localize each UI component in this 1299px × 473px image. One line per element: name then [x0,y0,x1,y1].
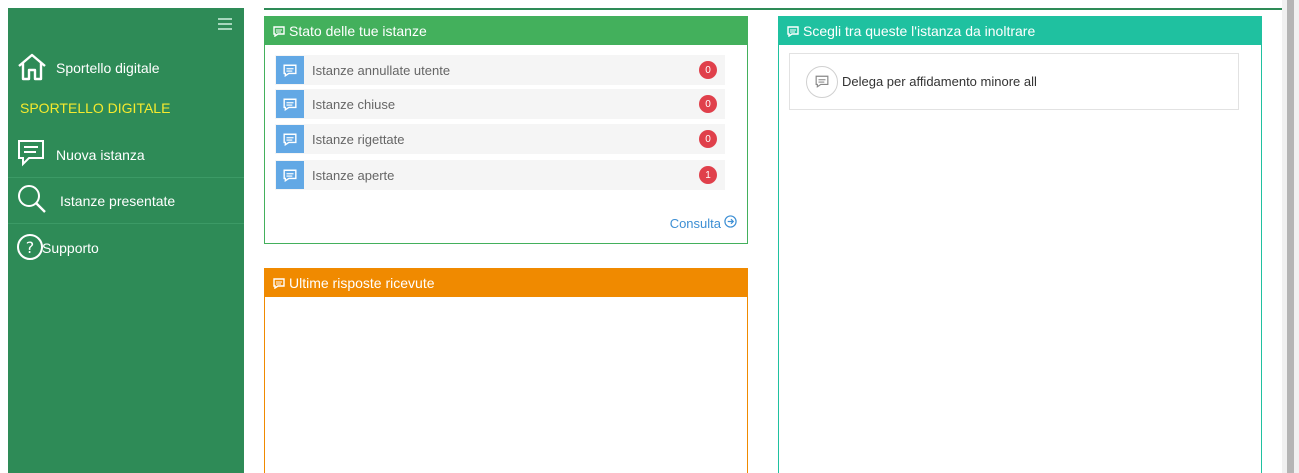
status-row[interactable]: Istanze chiuse 0 [275,89,725,119]
consulta-label: Consulta [669,215,721,231]
panel-title: Stato delle tue istanze [289,23,427,39]
panel-title: Scegli tra queste l'istanza da inoltrare [803,23,1036,39]
chat-icon [787,25,799,37]
status-panel-header: Stato delle tue istanze [265,17,747,45]
consulta-link[interactable]: Consulta [670,215,737,231]
status-row-label: Istanze rigettate [312,131,405,147]
help-icon: ? [16,233,44,264]
count-badge: 0 [699,130,717,148]
choose-panel-header: Scegli tra queste l'istanza da inoltrare [779,17,1261,45]
chat-icon [276,161,304,189]
status-row[interactable]: Istanze rigettate 0 [275,124,725,154]
count-badge: 0 [699,95,717,113]
chat-icon [276,90,304,118]
instance-option[interactable]: Delega per affidamento minore all [789,53,1239,110]
sidebar-item-nuova-istanza[interactable]: Nuova istanza [8,132,244,178]
sidebar-item-label: Nuova istanza [56,146,145,163]
sidebar-item-label: Supporto [42,240,99,256]
chat-icon [276,125,304,153]
arrow-circle-right-icon [724,215,737,231]
chat-icon [273,277,285,289]
chat-icon [806,65,838,98]
status-panel: Stato delle tue istanze Istanze annullat… [264,16,748,244]
sidebar-section-heading: SPORTELLO DIGITALE [20,100,171,116]
search-icon [16,183,48,218]
panel-title: Ultime risposte ricevute [289,275,435,291]
status-row-label: Istanze aperte [312,167,395,183]
status-row-label: Istanze chiuse [312,96,396,112]
top-border [264,8,1284,10]
sidebar-item-istanze-presentate[interactable]: Istanze presentate [8,178,244,224]
status-row[interactable]: Istanze aperte 1 [275,160,725,190]
count-badge: 0 [699,61,717,79]
svg-text:?: ? [26,238,35,257]
sidebar-item-home[interactable]: Sportello digitale [8,48,244,88]
status-row[interactable]: Istanze annullate utente 0 [275,55,725,85]
scrollbar[interactable] [1282,0,1299,473]
count-badge: 1 [699,166,717,184]
sidebar-item-label: Sportello digitale [56,60,160,76]
hamburger-icon[interactable] [218,18,232,30]
scrollbar-thumb[interactable] [1287,0,1294,473]
sidebar: Sportello digitale SPORTELLO DIGITALE Nu… [8,8,244,473]
chat-icon [276,56,304,84]
chat-icon [16,138,46,171]
chat-icon [273,25,285,37]
responses-panel-header: Ultime risposte ricevute [265,269,747,297]
instance-option-label: Delega per affidamento minore all [842,74,1037,89]
sidebar-item-label: Istanze presentate [60,192,176,209]
choose-panel: Scegli tra queste l'istanza da inoltrare… [778,16,1262,473]
sidebar-item-supporto[interactable]: ? Supporto [8,226,244,270]
status-row-label: Istanze annullate utente [312,62,451,78]
home-icon [16,51,48,86]
responses-panel: Ultime risposte ricevute [264,268,748,473]
